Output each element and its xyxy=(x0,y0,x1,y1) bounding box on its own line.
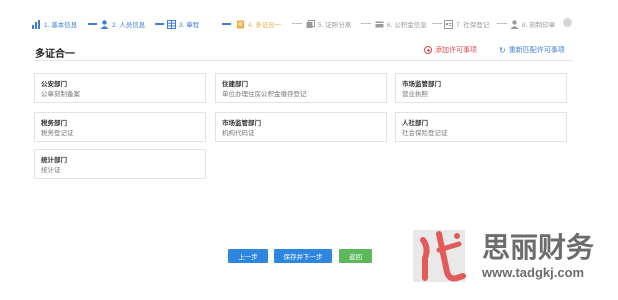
document-icon xyxy=(237,20,244,28)
card-item: 税务登记证 xyxy=(41,130,74,137)
step-label: 6. 公积金信息 xyxy=(387,22,427,29)
bar-chart-icon xyxy=(32,19,40,29)
step-separator xyxy=(222,23,231,25)
card-department: 统计部门 xyxy=(41,157,67,164)
permit-card-market-regulation-2: 市场监管部门 机构代码证 xyxy=(215,112,387,142)
step-seal-carving[interactable]: 8. 刻制印章 xyxy=(510,17,555,31)
rematch-permit-link[interactable]: ↻ 重新匹配许可事项 xyxy=(499,45,565,55)
step-label: 7. 社保登记 xyxy=(456,22,490,29)
card-item: 公章刻制备案 xyxy=(41,91,80,98)
step-separator xyxy=(361,23,371,24)
card-item: 社会保险登记证 xyxy=(402,130,448,137)
step-label: 4. 多证合一 xyxy=(248,22,282,29)
brand-logo-icon xyxy=(413,230,466,282)
permit-card-tax: 税务部门 税务登记证 xyxy=(34,112,206,142)
card-department: 住建部门 xyxy=(222,81,248,88)
add-permit-label: 添加许可事项 xyxy=(435,47,477,54)
plus-circle-icon xyxy=(424,46,432,54)
step-separator xyxy=(497,23,507,24)
step-label: 5. 证照分离 xyxy=(318,22,352,29)
card-department: 税务部门 xyxy=(41,120,67,127)
permit-card-public-security: 公安部门 公章刻制备案 xyxy=(34,73,206,103)
permit-card-social-security: 人社部门 社会保险登记证 xyxy=(395,112,567,142)
back-button[interactable]: 返回 xyxy=(339,249,372,263)
rematch-permit-label: 重新匹配许可事项 xyxy=(508,47,565,54)
person-icon xyxy=(100,19,109,29)
id-card-icon xyxy=(444,19,453,29)
step-label: 3. 章程 xyxy=(179,22,200,29)
card-department: 市场监管部门 xyxy=(402,81,441,88)
watermark-brand: 思丽财务 xyxy=(482,232,595,263)
page-title: 多证合一 xyxy=(35,49,75,60)
step-articles[interactable]: 3. 章程 xyxy=(167,17,199,31)
card-item: 营业执照 xyxy=(402,91,428,98)
card-department: 人社部门 xyxy=(402,120,428,127)
step-separator xyxy=(155,23,164,25)
person-icon xyxy=(510,19,519,29)
step-housing-fund[interactable]: 6. 公积金信息 xyxy=(375,17,427,31)
card-item: 机构代码证 xyxy=(222,130,255,137)
step-personnel-info[interactable]: 2. 人员信息 xyxy=(100,17,145,31)
watermark-url: www.tadgkj.com xyxy=(482,265,585,280)
step-separator xyxy=(432,23,442,24)
more-steps-icon[interactable] xyxy=(563,18,572,27)
card-department: 市场监管部门 xyxy=(222,120,261,127)
refresh-icon: ↻ xyxy=(499,45,506,55)
previous-step-button[interactable]: 上一步 xyxy=(228,249,268,263)
step-basic-info[interactable]: 1. 基本信息 xyxy=(32,17,77,31)
title-divider xyxy=(33,60,573,61)
step-progress-bar: 1. 基本信息 2. 人员信息 3. 章程 4. 多证合一 5. 证照分离 6.… xyxy=(0,0,618,34)
card-item: 单位办理住房公积金缴存登记 xyxy=(222,91,307,98)
save-and-next-button[interactable]: 保存并下一步 xyxy=(274,249,332,263)
card-icon xyxy=(375,21,384,27)
add-permit-link[interactable]: 添加许可事项 xyxy=(424,45,477,55)
permit-card-housing: 住建部门 单位办理住房公积金缴存登记 xyxy=(215,73,387,103)
step-separator xyxy=(88,23,97,25)
step-separator xyxy=(292,23,302,24)
card-department: 公安部门 xyxy=(41,81,67,88)
cards-icon xyxy=(306,19,315,28)
table-icon xyxy=(167,19,176,29)
step-label: 2. 人员信息 xyxy=(112,22,146,29)
card-item: 统计证 xyxy=(41,167,61,174)
step-cert-separation[interactable]: 5. 证照分离 xyxy=(306,17,351,31)
permit-card-statistics: 统计部门 统计证 xyxy=(34,149,206,179)
step-social-insurance[interactable]: 7. 社保登记 xyxy=(444,17,489,31)
step-label: 8. 刻制印章 xyxy=(522,22,556,29)
permit-card-market-regulation: 市场监管部门 营业执照 xyxy=(395,73,567,103)
step-multi-cert[interactable]: 4. 多证合一 xyxy=(236,17,281,31)
step-label: 1. 基本信息 xyxy=(44,22,78,29)
